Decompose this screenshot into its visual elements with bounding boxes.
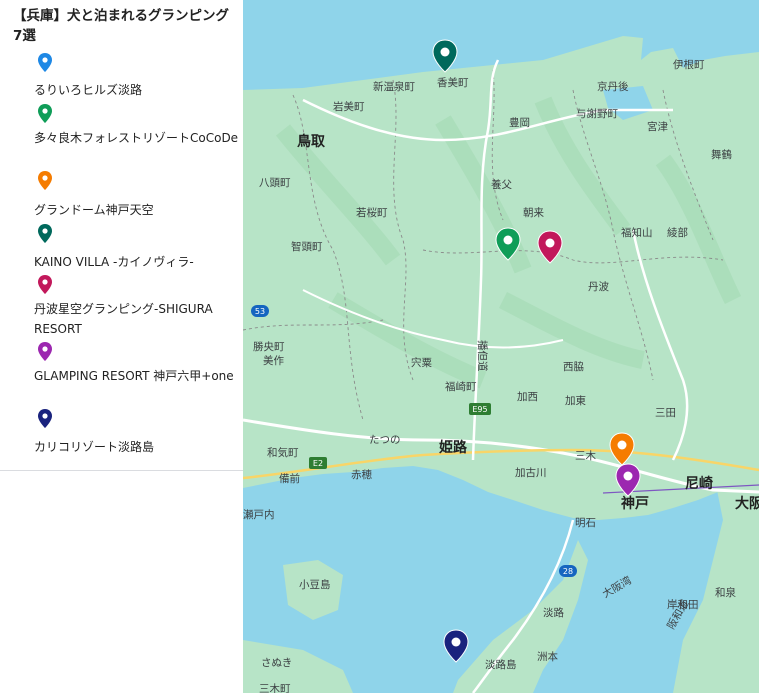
place-label: 加西 (517, 391, 538, 403)
place-label: 西脇 (563, 361, 584, 373)
legend-item-grandome-kobe[interactable]: グランドーム神戸天空 (34, 200, 239, 220)
place-label: 綾部 (667, 226, 688, 239)
place-label: 美作 (263, 354, 284, 367)
place-label: たつの (369, 434, 401, 446)
place-label: 八頭町 (259, 177, 291, 189)
legend-item-kaino-villa[interactable]: KAINO VILLA -カイノヴィラ- (34, 252, 239, 272)
legend-item-glamping-rokko[interactable]: GLAMPING RESORT 神戸六甲+one (34, 366, 239, 386)
map-pin-icon (38, 409, 52, 428)
map-svg[interactable]: 岩美町 新温泉町 香美町 鳥取 豊岡 京丹後 与謝野町 宮津 伊根町 舞鶴 八頭… (243, 0, 759, 693)
route-shield-label: E2 (313, 459, 323, 468)
place-label: 赤穂 (351, 468, 372, 481)
place-label: 洲本 (537, 650, 558, 663)
place-label: 勝央町 (253, 340, 285, 353)
place-label: 朝来 (523, 207, 544, 219)
map-pin-icon (38, 53, 52, 72)
place-label: 神戸 (621, 495, 649, 512)
place-label: 姫路 (439, 439, 468, 456)
place-label: 三木 (575, 450, 596, 462)
place-label: 和泉 (715, 586, 736, 599)
place-label: 福崎町 (445, 380, 477, 393)
place-label: 福知山 (621, 226, 653, 239)
place-label: 三田 (655, 407, 676, 419)
place-label: 尼崎 (685, 475, 713, 492)
place-label: 加古川 (515, 466, 547, 479)
place-label: 備前 (279, 472, 300, 485)
place-label: 養父 (491, 178, 512, 191)
place-label: 京丹後 (597, 80, 629, 93)
place-label: 舞鶴 (711, 148, 732, 161)
sidebar-divider (0, 470, 243, 471)
legend-item-cocode[interactable]: 多々良木フォレストリゾートCoCoDe (34, 128, 239, 148)
place-label: 小豆島 (299, 578, 331, 591)
route-shield-label: 28 (563, 567, 573, 576)
place-label: さぬき (261, 657, 292, 669)
place-label: 新温泉町 (373, 80, 415, 93)
map-canvas[interactable]: 岩美町 新温泉町 香美町 鳥取 豊岡 京丹後 与謝野町 宮津 伊根町 舞鶴 八頭… (243, 0, 759, 693)
map-pin-icon (38, 104, 52, 123)
place-label: 智頭町 (291, 240, 323, 253)
place-label: 伊根町 (673, 58, 705, 71)
legend-item-shigura-resort[interactable]: 丹波星空グランピング-SHIGURA RESORT (34, 299, 239, 339)
place-label: 香美町 (437, 76, 469, 89)
legend-item-kariko-resort[interactable]: カリコリゾート淡路島 (34, 437, 239, 457)
route-shield-label: 53 (255, 307, 265, 316)
route-shield-label: E95 (472, 405, 487, 414)
map-legend-sidebar: 【兵庫】犬と泊まれるグランピング7選 るりいろヒルズ淡路 多々良木フォレストリゾ… (0, 0, 243, 693)
place-label: 明石 (575, 517, 596, 529)
place-label: 鳥取 (297, 133, 326, 150)
place-label: 豊岡 (509, 116, 530, 129)
place-label: 瀬戸内 (243, 508, 275, 521)
map-pin-icon (38, 275, 52, 294)
place-label: 宮津 (647, 120, 668, 133)
place-label: 大阪 (735, 495, 759, 512)
map-title: 【兵庫】犬と泊まれるグランピング7選 (13, 8, 229, 44)
place-label: 三木町 (259, 683, 291, 693)
place-label: 淡路島 (485, 658, 517, 671)
place-label: 岩美町 (333, 100, 365, 113)
map-pin-icon (38, 224, 52, 243)
legend-item-ruriiro-hills[interactable]: るりいろヒルズ淡路 (34, 80, 239, 100)
map-pin-icon (38, 342, 52, 361)
place-label: 淡路 (543, 606, 564, 619)
place-label: 与謝野町 (576, 107, 618, 120)
place-label: 加東 (565, 394, 586, 407)
place-label: 丹波 (588, 280, 609, 293)
place-label: 宍粟 (411, 356, 432, 369)
place-label: 和気町 (267, 446, 299, 459)
place-label: 播但道 (476, 340, 489, 372)
place-label: 若桜町 (356, 206, 388, 219)
map-pin-icon (38, 171, 52, 190)
